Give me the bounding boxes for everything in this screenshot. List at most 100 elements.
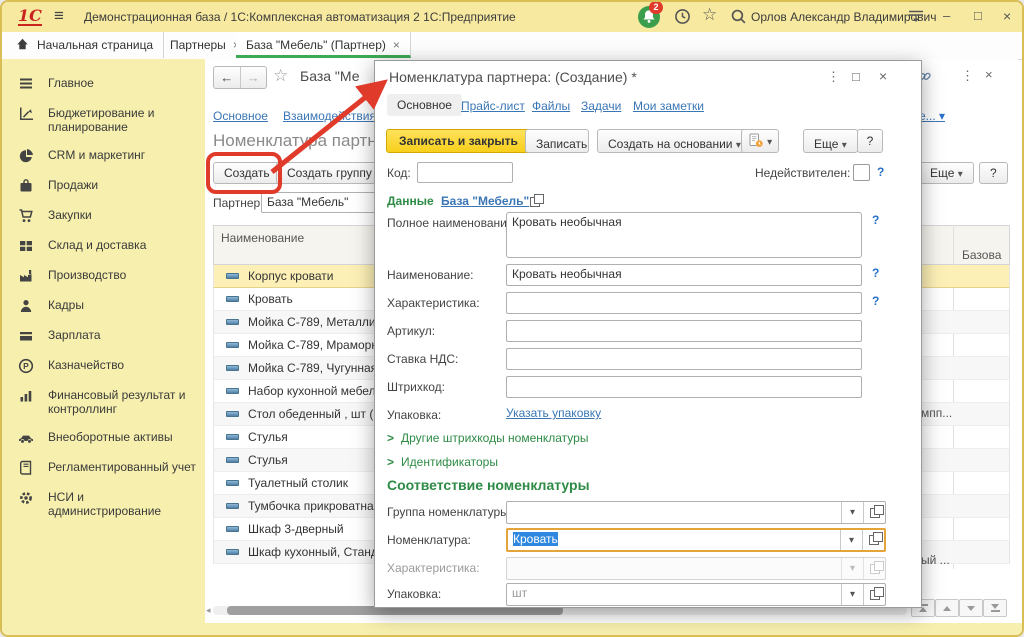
characteristic-input[interactable] — [506, 292, 862, 314]
sidebar-item-assets[interactable]: Внеоборотные активы — [2, 423, 205, 453]
create-button[interactable]: Создать — [213, 162, 281, 184]
set-packaging-link[interactable]: Указать упаковку — [506, 406, 601, 420]
sidebar-item-admin[interactable]: НСИ и администрирование — [2, 483, 205, 525]
close-tab-icon[interactable]: × — [393, 38, 400, 52]
partner-filter-label: Партнер: — [213, 196, 264, 210]
dialog-close-icon[interactable]: × — [879, 68, 887, 84]
open-picker-icon[interactable] — [863, 584, 885, 605]
search-button[interactable] — [730, 8, 748, 26]
open-picker-icon[interactable] — [862, 530, 884, 550]
sidebar-item-warehouse[interactable]: Склад и доставка — [2, 231, 205, 261]
vat-input[interactable] — [506, 348, 862, 370]
identifiers-group[interactable]: >Идентификаторы — [387, 455, 498, 469]
create-group-button[interactable]: Создать группу — [276, 162, 383, 184]
nomenclature-group-label: Группа номенклатуры: — [387, 505, 512, 519]
code-label: Код: — [387, 166, 411, 180]
sidebar-item-sales[interactable]: Продажи — [2, 171, 205, 201]
column-base-unit-header[interactable]: Базова — [962, 248, 1001, 262]
favorite-star-icon[interactable]: ☆ — [273, 66, 288, 86]
assets-icon — [18, 430, 36, 446]
sidebar-item-finance[interactable]: Финансовый результат и контроллинг — [2, 381, 205, 423]
full-name-textarea[interactable]: Кровать необычная — [506, 212, 862, 258]
dialog-tab-main[interactable]: Основное — [387, 94, 462, 116]
sidebar-item-treasury[interactable]: РКазначейство — [2, 351, 205, 381]
article-input[interactable] — [506, 320, 862, 342]
chevron-down-icon[interactable]: ▾ — [841, 502, 863, 523]
help-icon[interactable]: ? — [877, 165, 884, 179]
form-more-icon[interactable]: ⋮ — [961, 68, 974, 84]
favorites-button[interactable]: ☆ — [702, 5, 720, 23]
reports-button[interactable]: ▾ — [741, 129, 779, 153]
barcode-label: Штрихкод: — [387, 380, 445, 394]
dialog-tab-tasks[interactable]: Задачи — [581, 99, 621, 113]
help-icon[interactable]: ? — [872, 266, 879, 280]
tab-home[interactable]: Начальная страница — [2, 32, 164, 58]
barcode-input[interactable] — [506, 376, 862, 398]
packaging2-combo[interactable]: шт ▾ — [506, 583, 886, 606]
list-more-button[interactable]: Еще ▾ — [919, 162, 974, 184]
dialog-help-button[interactable]: ? — [857, 129, 883, 153]
sidebar-item-crm[interactable]: CRM и маркетинг — [2, 141, 205, 171]
sidebar-item-salary[interactable]: Зарплата — [2, 321, 205, 351]
dialog-tab-price-list[interactable]: Прайс-лист — [461, 99, 525, 113]
form-close-icon[interactable]: × — [985, 67, 993, 82]
scroll-up-button[interactable] — [935, 599, 959, 617]
sidebar-item-hr[interactable]: Кадры — [2, 291, 205, 321]
sidebar-item-regulated[interactable]: Регламентированный учет — [2, 453, 205, 483]
notifications-button[interactable]: 2 — [638, 6, 660, 28]
sidebar-item-production[interactable]: Производство — [2, 261, 205, 291]
scroll-to-bottom-button[interactable] — [983, 599, 1007, 617]
document-clock-icon — [748, 133, 764, 148]
regulated-icon — [18, 460, 36, 476]
triangle-up-icon — [943, 606, 951, 611]
close-app-button[interactable]: × — [1003, 8, 1011, 24]
forward-button[interactable]: → — [241, 67, 267, 88]
nav-buttons: ← → — [213, 66, 267, 89]
sidebar-item-budgeting[interactable]: Бюджетирование и планирование — [2, 99, 205, 141]
partner-link-main[interactable]: Основное — [213, 109, 268, 123]
column-name-header[interactable]: Наименование — [221, 231, 304, 245]
dialog-more-icon[interactable]: ⋮ — [827, 69, 840, 85]
save-and-close-button[interactable]: Записать и закрыть — [386, 129, 531, 153]
code-input[interactable] — [417, 162, 513, 183]
nomenclature-group-combo[interactable]: ▾ — [506, 501, 886, 524]
minimize-button[interactable]: – — [943, 8, 950, 23]
hr-icon — [18, 298, 36, 314]
tab-partner-card[interactable]: База "Мебель" (Партнер)× — [236, 32, 411, 58]
dialog-maximize-icon[interactable]: □ — [852, 69, 860, 84]
item-dash-icon — [226, 319, 239, 325]
packaging-placeholder: шт — [507, 584, 841, 605]
save-button[interactable]: Записать — [525, 129, 589, 153]
nomenclature-combo[interactable]: Кровать ▾ — [506, 528, 886, 552]
history-button[interactable] — [674, 8, 692, 26]
dialog-more-button[interactable]: Еще ▾ — [803, 129, 858, 153]
scroll-down-button[interactable] — [959, 599, 983, 617]
help-icon[interactable]: ? — [872, 294, 879, 308]
sidebar-item-main[interactable]: Главное — [2, 69, 205, 99]
name-input[interactable]: Кровать необычная — [506, 264, 862, 286]
dialog-tab-files[interactable]: Файлы — [532, 99, 570, 113]
chevron-down-icon[interactable]: ▾ — [840, 530, 862, 550]
characteristic-label: Характеристика: — [387, 296, 480, 310]
create-based-on-button[interactable]: Создать на основании ▾ — [597, 129, 752, 153]
tools-button[interactable] — [908, 9, 926, 27]
triangle-down-icon — [991, 604, 999, 609]
salary-icon — [18, 328, 36, 344]
back-button[interactable]: ← — [214, 67, 241, 88]
open-in-window-icon[interactable] — [530, 197, 540, 207]
other-barcodes-group[interactable]: >Другие штрихкоды номенклатуры — [387, 431, 588, 445]
partner-links-more[interactable]: е... ▾ — [919, 109, 945, 123]
open-picker-icon[interactable] — [863, 502, 885, 523]
sidebar-item-purchases[interactable]: Закупки — [2, 201, 205, 231]
scroll-left-icon[interactable]: ◂ — [206, 605, 211, 616]
invalid-checkbox[interactable] — [853, 164, 870, 181]
chevron-down-icon[interactable]: ▾ — [841, 584, 863, 605]
help-icon[interactable]: ? — [872, 213, 879, 227]
partner-card-link[interactable]: База "Мебель" — [441, 194, 529, 208]
chevron-right-icon: > — [387, 455, 394, 469]
main-menu-icon[interactable]: ≡ — [54, 6, 64, 26]
dialog-tab-my-notes[interactable]: Мои заметки — [633, 99, 704, 113]
partner-link-interactions[interactable]: Взаимодействия — [283, 109, 376, 123]
maximize-button[interactable]: □ — [974, 8, 982, 23]
list-help-button[interactable]: ? — [979, 162, 1008, 184]
